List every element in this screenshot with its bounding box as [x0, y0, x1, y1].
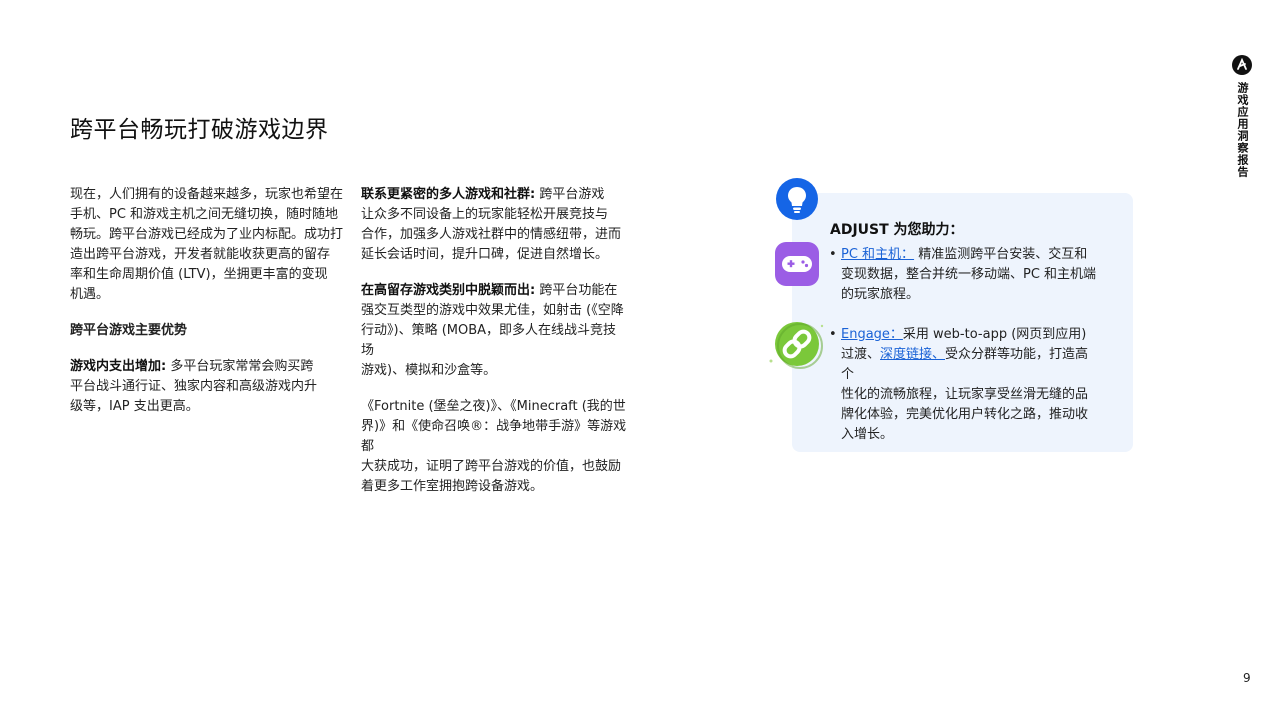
page-number: 9	[1243, 671, 1251, 685]
pc-console-link[interactable]: PC 和主机：	[841, 247, 914, 262]
card-item-pc-console: • PC 和主机： 精准监测跨平台安装、交互和 变现数据，整合并统一移动端、PC…	[841, 245, 1101, 305]
examples-paragraph: 《Fortnite (堡垒之夜)》、《Minecraft (我的世 界)》和《使…	[361, 397, 629, 497]
adjust-logo-icon	[1232, 55, 1252, 75]
advantage-retention: 在高留存游戏类别中脱颖而出: 跨平台功能在 强交互类型的游戏中效果尤佳，如射击 …	[361, 281, 629, 381]
engage-link[interactable]: Engage：	[841, 327, 903, 342]
deep-link-link[interactable]: 深度链接、	[880, 347, 945, 362]
left-column: 现在，人们拥有的设备越来越多，玩家也希望在 手机、PC 和游戏主机之间无缝切换，…	[70, 185, 345, 417]
advantage-spending: 游戏内支出增加: 多平台玩家常常会购买跨 平台战斗通行证、独家内容和高级游戏内升…	[70, 357, 345, 417]
advantages-subheading: 跨平台游戏主要优势	[70, 321, 345, 341]
intro-paragraph: 现在，人们拥有的设备越来越多，玩家也希望在 手机、PC 和游戏主机之间无缝切换，…	[70, 185, 345, 305]
card-item-engage: • Engage：采用 web-to-app (网页到应用) 过渡、深度链接、受…	[841, 325, 1101, 445]
advantage-multiplayer-title: 联系更紧密的多人游戏和社群:	[361, 187, 535, 202]
advantage-retention-title: 在高留存游戏类别中脱颖而出:	[361, 283, 535, 298]
link-icon	[766, 319, 826, 369]
advantage-spending-title: 游戏内支出增加:	[70, 359, 166, 374]
bullet-dot: •	[829, 325, 837, 345]
lightbulb-icon	[776, 178, 818, 220]
page-title: 跨平台畅玩打破游戏边界	[70, 110, 329, 144]
gamepad-icon	[774, 241, 820, 287]
bullet-dot: •	[829, 245, 837, 265]
report-vertical-label: 游戏应用洞察报告	[1234, 82, 1250, 178]
advantage-multiplayer: 联系更紧密的多人游戏和社群: 跨平台游戏 让众多不同设备上的玩家能轻松开展竞技与…	[361, 185, 629, 265]
middle-column: 联系更紧密的多人游戏和社群: 跨平台游戏 让众多不同设备上的玩家能轻松开展竞技与…	[361, 185, 629, 497]
card-title: ADJUST 为您助力：	[830, 219, 964, 239]
